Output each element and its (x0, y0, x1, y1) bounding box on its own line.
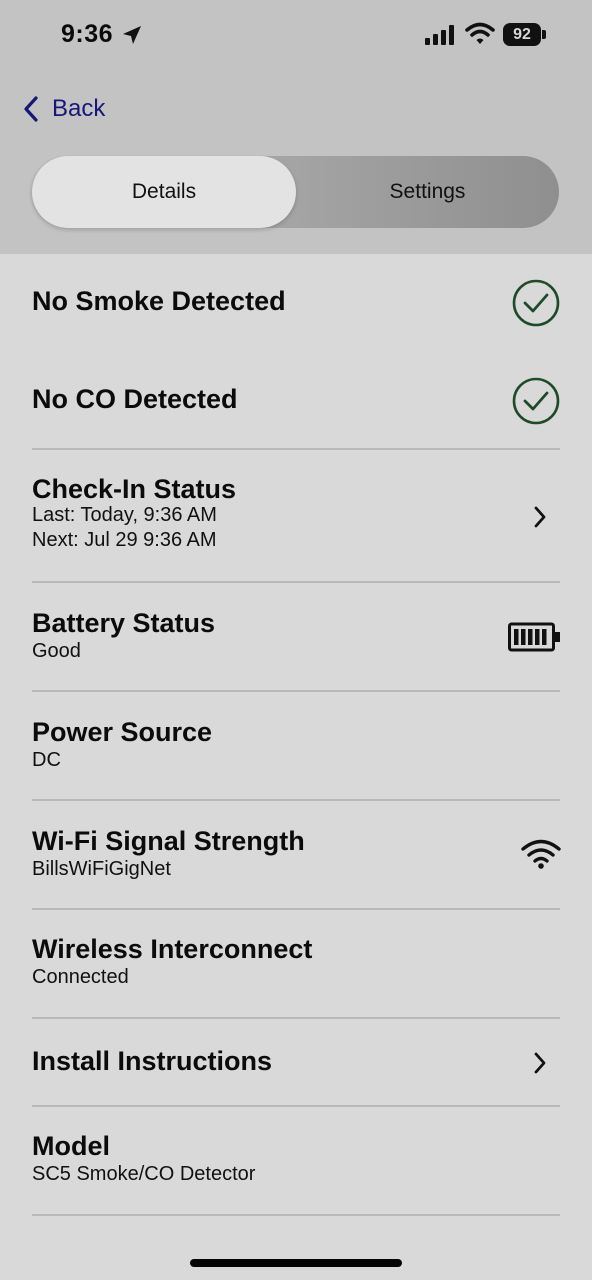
divider (32, 1017, 560, 1019)
check-circle-icon (512, 377, 560, 425)
divider (32, 799, 560, 801)
chevron-right-icon (534, 506, 546, 528)
divider (32, 908, 560, 910)
item-subtitle: Good (32, 640, 81, 662)
list-item-smoke: No Smoke Detected (32, 286, 560, 322)
tab-settings[interactable]: Settings (296, 156, 559, 228)
status-bar: 9:36 92 (0, 0, 592, 72)
chevron-right-icon (534, 1052, 546, 1074)
battery-full-icon (508, 622, 560, 652)
divider (32, 581, 560, 583)
divider (32, 448, 560, 450)
battery-nub (542, 30, 546, 39)
divider (32, 690, 560, 692)
cellular-signal-icon (425, 25, 454, 45)
item-title: Check-In Status (32, 474, 237, 504)
list-item-wifi-signal: Wi-Fi Signal Strength BillsWiFiGigNet (32, 826, 560, 886)
back-button[interactable]: Back (22, 92, 105, 126)
list-item-model: Model SC5 Smoke/CO Detector (32, 1131, 560, 1191)
item-title: Wi-Fi Signal Strength (32, 826, 305, 856)
item-title: Battery Status (32, 608, 216, 638)
item-subtitle-next: Next: Jul 29 9:36 AM (32, 529, 217, 551)
item-title: Install Instructions (32, 1046, 273, 1076)
item-subtitle: Connected (32, 966, 129, 988)
wifi-signal-icon (521, 839, 561, 869)
home-indicator[interactable] (190, 1259, 402, 1267)
list-item-battery-status: Battery Status Good (32, 608, 560, 668)
segmented-control: Details Settings (30, 156, 559, 228)
list-item-install-instructions[interactable]: Install Instructions (32, 1046, 560, 1082)
item-subtitle: SC5 Smoke/CO Detector (32, 1163, 256, 1185)
item-subtitle: DC (32, 749, 61, 771)
status-time: 9:36 (61, 20, 114, 48)
header: 9:36 92 Back Details Settings (0, 0, 592, 254)
check-circle-icon (512, 279, 560, 327)
item-title: No Smoke Detected (32, 286, 286, 316)
item-title: No CO Detected (32, 384, 238, 414)
list-item-co: No CO Detected (32, 384, 560, 420)
item-title: Model (32, 1131, 110, 1161)
wifi-status-icon (465, 22, 495, 44)
list-item-check-in-status[interactable]: Check-In Status Last: Today, 9:36 AM Nex… (32, 474, 560, 560)
divider (32, 1105, 560, 1107)
item-subtitle-last: Last: Today, 9:36 AM (32, 504, 217, 526)
back-label: Back (52, 95, 106, 122)
item-title: Power Source (32, 717, 213, 747)
item-title: Wireless Interconnect (32, 934, 313, 964)
item-subtitle: BillsWiFiGigNet (32, 858, 171, 880)
tab-details[interactable]: Details (32, 156, 296, 228)
list-item-power-source: Power Source DC (32, 717, 560, 777)
location-arrow-icon (123, 26, 141, 44)
divider (32, 1214, 560, 1216)
battery-level: 92 (503, 23, 541, 46)
list-item-wireless-interconnect: Wireless Interconnect Connected (32, 934, 560, 994)
chevron-left-icon (24, 96, 38, 122)
